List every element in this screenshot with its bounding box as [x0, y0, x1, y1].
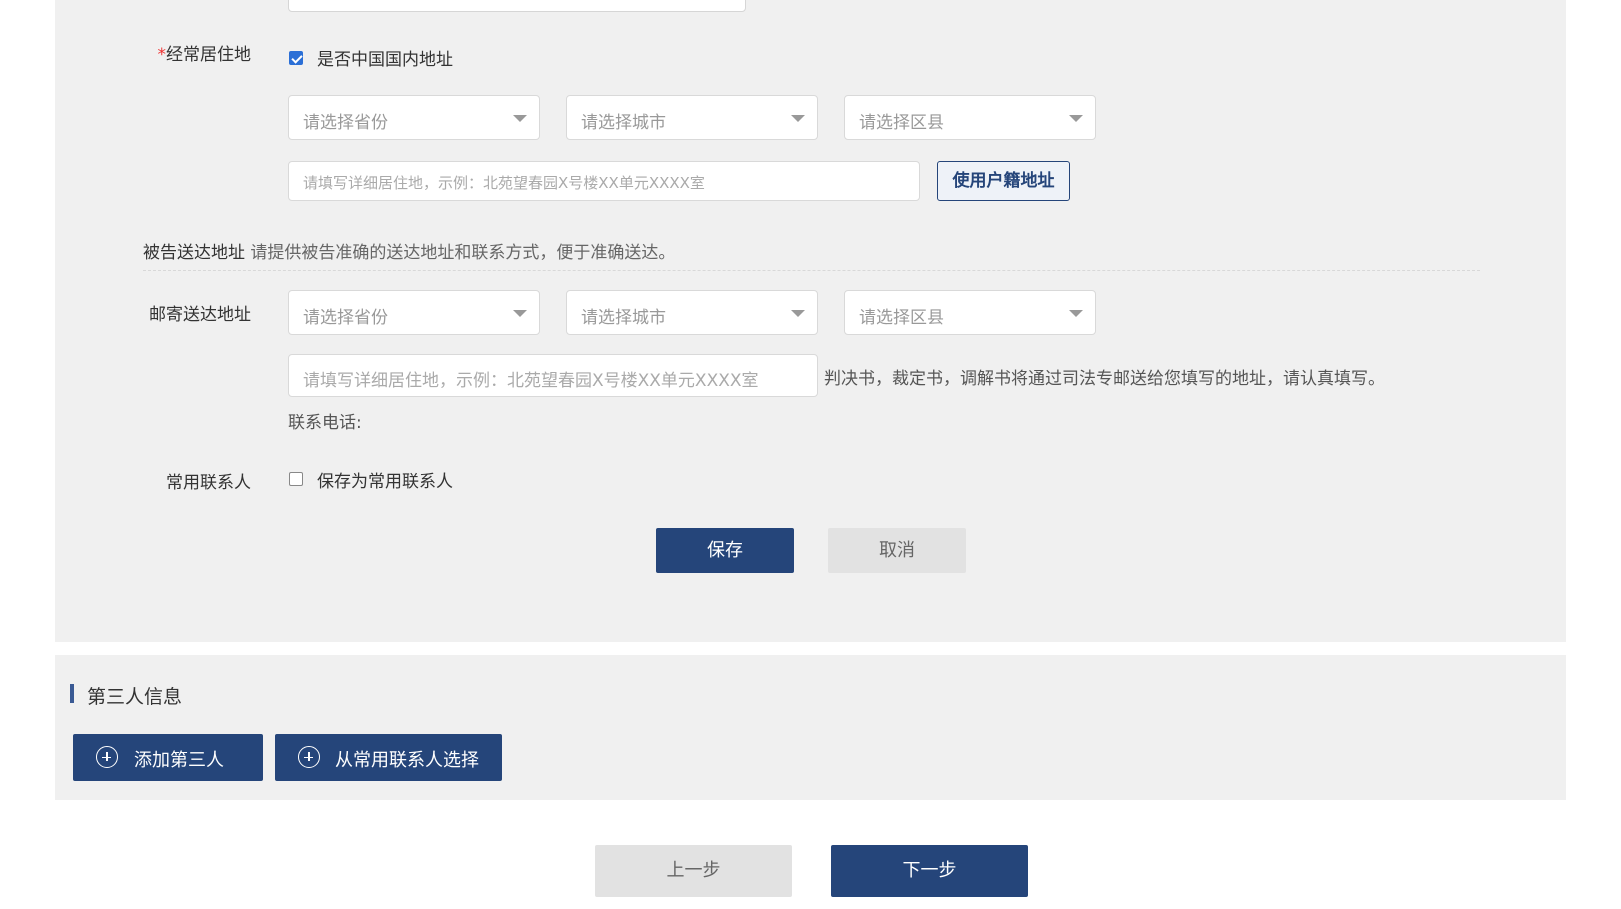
cancel-button[interactable]: 取消: [828, 528, 966, 573]
save-button[interactable]: 保存: [656, 528, 794, 573]
residence-label: *经常居住地: [150, 40, 252, 65]
residence-label-text: 经常居住地: [166, 45, 251, 65]
save-contact-label: 保存为常用联系人: [317, 472, 453, 492]
residence-detail-placeholder: 请填写详细居住地，示例：北苑望春园X号楼XX单元XXXX室: [303, 174, 705, 192]
phone-label: 联系电话:: [288, 413, 362, 433]
residence-detail-input[interactable]: 请填写详细居住地，示例：北苑望春园X号楼XX单元XXXX室: [288, 161, 920, 201]
defendant-address-note: 请提供被告准确的送达地址和联系方式，便于准确送达。: [250, 243, 676, 263]
domestic-address-checkbox[interactable]: [289, 51, 303, 65]
mail-detail-input[interactable]: 请填写详细居住地，示例：北苑望春园X号楼XX单元XXXX室: [288, 354, 818, 397]
section-accent-bar: [70, 684, 74, 703]
mail-city-placeholder: 请选择城市: [581, 308, 666, 328]
third-party-title: 第三人信息: [87, 686, 183, 708]
add-third-party-button[interactable]: 添加第三人: [73, 734, 263, 781]
residence-province-select[interactable]: 请选择省份: [288, 95, 540, 140]
previous-step-button[interactable]: 上一步: [595, 845, 792, 897]
residence-district-select[interactable]: 请选择区县: [844, 95, 1096, 140]
domestic-address-label: 是否中国国内地址: [317, 50, 453, 70]
next-step-button[interactable]: 下一步: [831, 845, 1028, 897]
chevron-down-icon: [513, 115, 527, 122]
chevron-down-icon: [513, 310, 527, 317]
use-household-address-button[interactable]: 使用户籍地址: [937, 161, 1070, 201]
required-mark: *: [157, 45, 167, 65]
save-contact-checkbox[interactable]: [289, 472, 303, 486]
residence-province-placeholder: 请选择省份: [303, 113, 388, 133]
mail-city-select[interactable]: 请选择城市: [566, 290, 818, 335]
residence-city-placeholder: 请选择城市: [581, 113, 666, 133]
mail-detail-placeholder: 请填写详细居住地，示例：北苑望春园X号楼XX单元XXXX室: [303, 371, 759, 391]
residence-district-placeholder: 请选择区县: [859, 113, 944, 133]
mail-address-label: 邮寄送达地址: [149, 305, 251, 325]
mail-province-placeholder: 请选择省份: [303, 308, 388, 328]
add-third-party-label: 添加第三人: [134, 750, 224, 771]
mail-district-select[interactable]: 请选择区县: [844, 290, 1096, 335]
defendant-address-title: 被告送达地址: [143, 243, 245, 263]
select-from-contacts-label: 从常用联系人选择: [335, 750, 479, 771]
select-from-contacts-button[interactable]: 从常用联系人选择: [275, 734, 502, 781]
chevron-down-icon: [791, 310, 805, 317]
chevron-down-icon: [791, 115, 805, 122]
chevron-down-icon: [1069, 115, 1083, 122]
mail-province-select[interactable]: 请选择省份: [288, 290, 540, 335]
frequent-contact-label: 常用联系人: [166, 473, 251, 493]
chevron-down-icon: [1069, 310, 1083, 317]
plus-circle-icon: [298, 746, 320, 768]
mail-detail-hint: 判决书，裁定书，调解书将通过司法专邮送给您填写的地址，请认真填写。: [824, 369, 1385, 389]
section-divider: [143, 270, 1480, 271]
defendant-address-heading: 被告送达地址 请提供被告准确的送达地址和联系方式，便于准确送达。: [143, 238, 675, 263]
mail-district-placeholder: 请选择区县: [859, 308, 944, 328]
previous-field-input[interactable]: [288, 0, 746, 12]
plus-circle-icon: [96, 746, 118, 768]
residence-city-select[interactable]: 请选择城市: [566, 95, 818, 140]
